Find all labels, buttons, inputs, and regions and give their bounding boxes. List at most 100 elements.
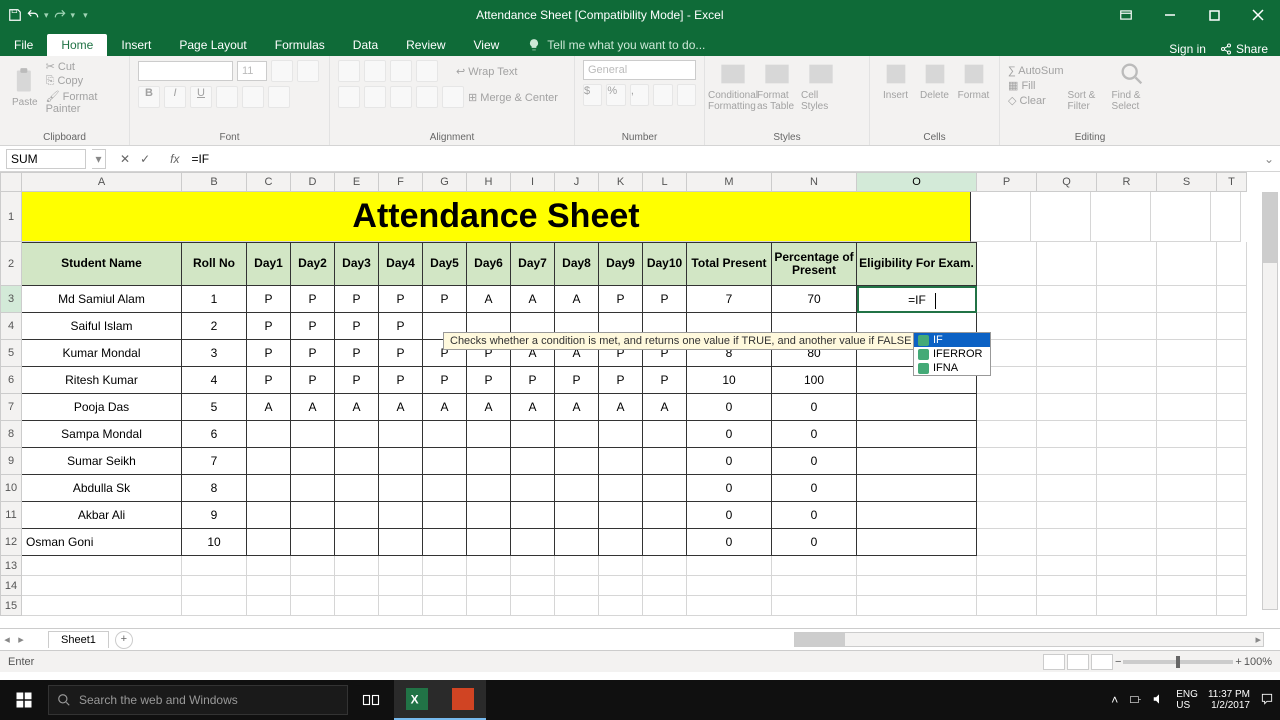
cell-O15[interactable] bbox=[857, 596, 977, 616]
find-select-button[interactable]: Find & Select bbox=[1112, 60, 1152, 112]
row-header-10[interactable]: 10 bbox=[0, 475, 22, 502]
cell-M6[interactable]: 10 bbox=[687, 367, 772, 394]
zoom-out-button[interactable]: − bbox=[1115, 656, 1121, 668]
column-header-L[interactable]: L bbox=[643, 172, 687, 192]
formula-input[interactable]: =IF bbox=[185, 152, 1257, 166]
cell-K10[interactable] bbox=[599, 475, 643, 502]
cell-K15[interactable] bbox=[599, 596, 643, 616]
cell-R11[interactable] bbox=[1097, 502, 1157, 529]
cell-Q5[interactable] bbox=[1037, 340, 1097, 367]
expand-formula-bar-button[interactable]: ⌄ bbox=[1258, 152, 1280, 166]
format-cells-button[interactable]: Format bbox=[956, 60, 991, 101]
cell-T11[interactable] bbox=[1217, 502, 1247, 529]
header-E[interactable]: Day3 bbox=[335, 242, 379, 286]
cell-S9[interactable] bbox=[1157, 448, 1217, 475]
column-header-B[interactable]: B bbox=[182, 172, 247, 192]
tab-view[interactable]: View bbox=[460, 34, 514, 56]
cell-G14[interactable] bbox=[423, 576, 467, 596]
currency-button[interactable]: $ bbox=[583, 84, 602, 106]
tray-chevron-icon[interactable]: ˄ bbox=[1111, 693, 1118, 707]
cell-J6[interactable]: P bbox=[555, 367, 599, 394]
cell-O13[interactable] bbox=[857, 556, 977, 576]
column-header-T[interactable]: T bbox=[1217, 172, 1247, 192]
cell-D15[interactable] bbox=[291, 596, 335, 616]
borders-button[interactable] bbox=[216, 86, 238, 108]
column-header-J[interactable]: J bbox=[555, 172, 599, 192]
row-header-2[interactable]: 2 bbox=[0, 242, 22, 286]
cell-I13[interactable] bbox=[511, 556, 555, 576]
cell-B7[interactable]: 5 bbox=[182, 394, 247, 421]
format-painter-button[interactable]: 🖌 Format Painter bbox=[46, 90, 121, 115]
cell-N3[interactable]: 70 bbox=[772, 286, 857, 313]
underline-button[interactable]: U bbox=[190, 86, 212, 108]
row-header-8[interactable]: 8 bbox=[0, 421, 22, 448]
cell-K12[interactable] bbox=[599, 529, 643, 556]
cell-A8[interactable]: Sampa Mondal bbox=[22, 421, 182, 448]
cell-A6[interactable]: Ritesh Kumar bbox=[22, 367, 182, 394]
cell-E11[interactable] bbox=[335, 502, 379, 529]
cell-B11[interactable]: 9 bbox=[182, 502, 247, 529]
column-header-K[interactable]: K bbox=[599, 172, 643, 192]
autocomplete-item-iferror[interactable]: IFERROR bbox=[914, 347, 990, 361]
cell-T12[interactable] bbox=[1217, 529, 1247, 556]
task-view-button[interactable] bbox=[348, 680, 394, 720]
cell-C8[interactable] bbox=[247, 421, 291, 448]
row-header-15[interactable]: 15 bbox=[0, 596, 22, 616]
cell-M11[interactable]: 0 bbox=[687, 502, 772, 529]
undo-icon[interactable] bbox=[26, 8, 40, 22]
cell-G3[interactable]: P bbox=[423, 286, 467, 313]
cell-D12[interactable] bbox=[291, 529, 335, 556]
cell-F15[interactable] bbox=[379, 596, 423, 616]
cell-H14[interactable] bbox=[467, 576, 511, 596]
cell-C10[interactable] bbox=[247, 475, 291, 502]
view-normal-button[interactable] bbox=[1043, 654, 1065, 670]
cell-P11[interactable] bbox=[977, 502, 1037, 529]
cell-E5[interactable]: P bbox=[335, 340, 379, 367]
cell-S4[interactable] bbox=[1157, 313, 1217, 340]
tab-data[interactable]: Data bbox=[339, 34, 392, 56]
sort-filter-button[interactable]: Sort & Filter bbox=[1068, 60, 1108, 112]
name-box-dropdown[interactable]: ▾ bbox=[92, 149, 106, 169]
cell-N15[interactable] bbox=[772, 596, 857, 616]
cell-D4[interactable]: P bbox=[291, 313, 335, 340]
font-size-select[interactable]: 11 bbox=[237, 61, 267, 81]
column-header-Q[interactable]: Q bbox=[1037, 172, 1097, 192]
cell-C14[interactable] bbox=[247, 576, 291, 596]
cell-P1[interactable] bbox=[971, 192, 1031, 242]
cell-L13[interactable] bbox=[643, 556, 687, 576]
header-O[interactable]: Eligibility For Exam. bbox=[857, 242, 977, 286]
cell-T7[interactable] bbox=[1217, 394, 1247, 421]
cell-J8[interactable] bbox=[555, 421, 599, 448]
cell-M13[interactable] bbox=[687, 556, 772, 576]
cell-F9[interactable] bbox=[379, 448, 423, 475]
cancel-formula-button[interactable]: ✕ bbox=[120, 152, 130, 166]
cell-L8[interactable] bbox=[643, 421, 687, 448]
cell-J14[interactable] bbox=[555, 576, 599, 596]
cell-R13[interactable] bbox=[1097, 556, 1157, 576]
cell-D3[interactable]: P bbox=[291, 286, 335, 313]
header-I[interactable]: Day7 bbox=[511, 242, 555, 286]
increase-indent-button[interactable] bbox=[442, 86, 464, 108]
view-page-break-button[interactable] bbox=[1091, 654, 1113, 670]
column-header-N[interactable]: N bbox=[772, 172, 857, 192]
cell-C4[interactable]: P bbox=[247, 313, 291, 340]
cell-K13[interactable] bbox=[599, 556, 643, 576]
cell-D13[interactable] bbox=[291, 556, 335, 576]
row-header-13[interactable]: 13 bbox=[0, 556, 22, 576]
column-header-O[interactable]: O bbox=[857, 172, 977, 192]
cell-A5[interactable]: Kumar Mondal bbox=[22, 340, 182, 367]
cell-E9[interactable] bbox=[335, 448, 379, 475]
cell-N14[interactable] bbox=[772, 576, 857, 596]
cell-J15[interactable] bbox=[555, 596, 599, 616]
cell-H15[interactable] bbox=[467, 596, 511, 616]
fx-icon[interactable]: fx bbox=[164, 152, 185, 166]
zoom-in-button[interactable]: + bbox=[1235, 656, 1241, 668]
cell-O10[interactable] bbox=[857, 475, 977, 502]
cell-B12[interactable]: 10 bbox=[182, 529, 247, 556]
cell-T5[interactable] bbox=[1217, 340, 1247, 367]
cell-B3[interactable]: 1 bbox=[182, 286, 247, 313]
cell-G9[interactable] bbox=[423, 448, 467, 475]
cell-C12[interactable] bbox=[247, 529, 291, 556]
cell-R7[interactable] bbox=[1097, 394, 1157, 421]
cell-S7[interactable] bbox=[1157, 394, 1217, 421]
